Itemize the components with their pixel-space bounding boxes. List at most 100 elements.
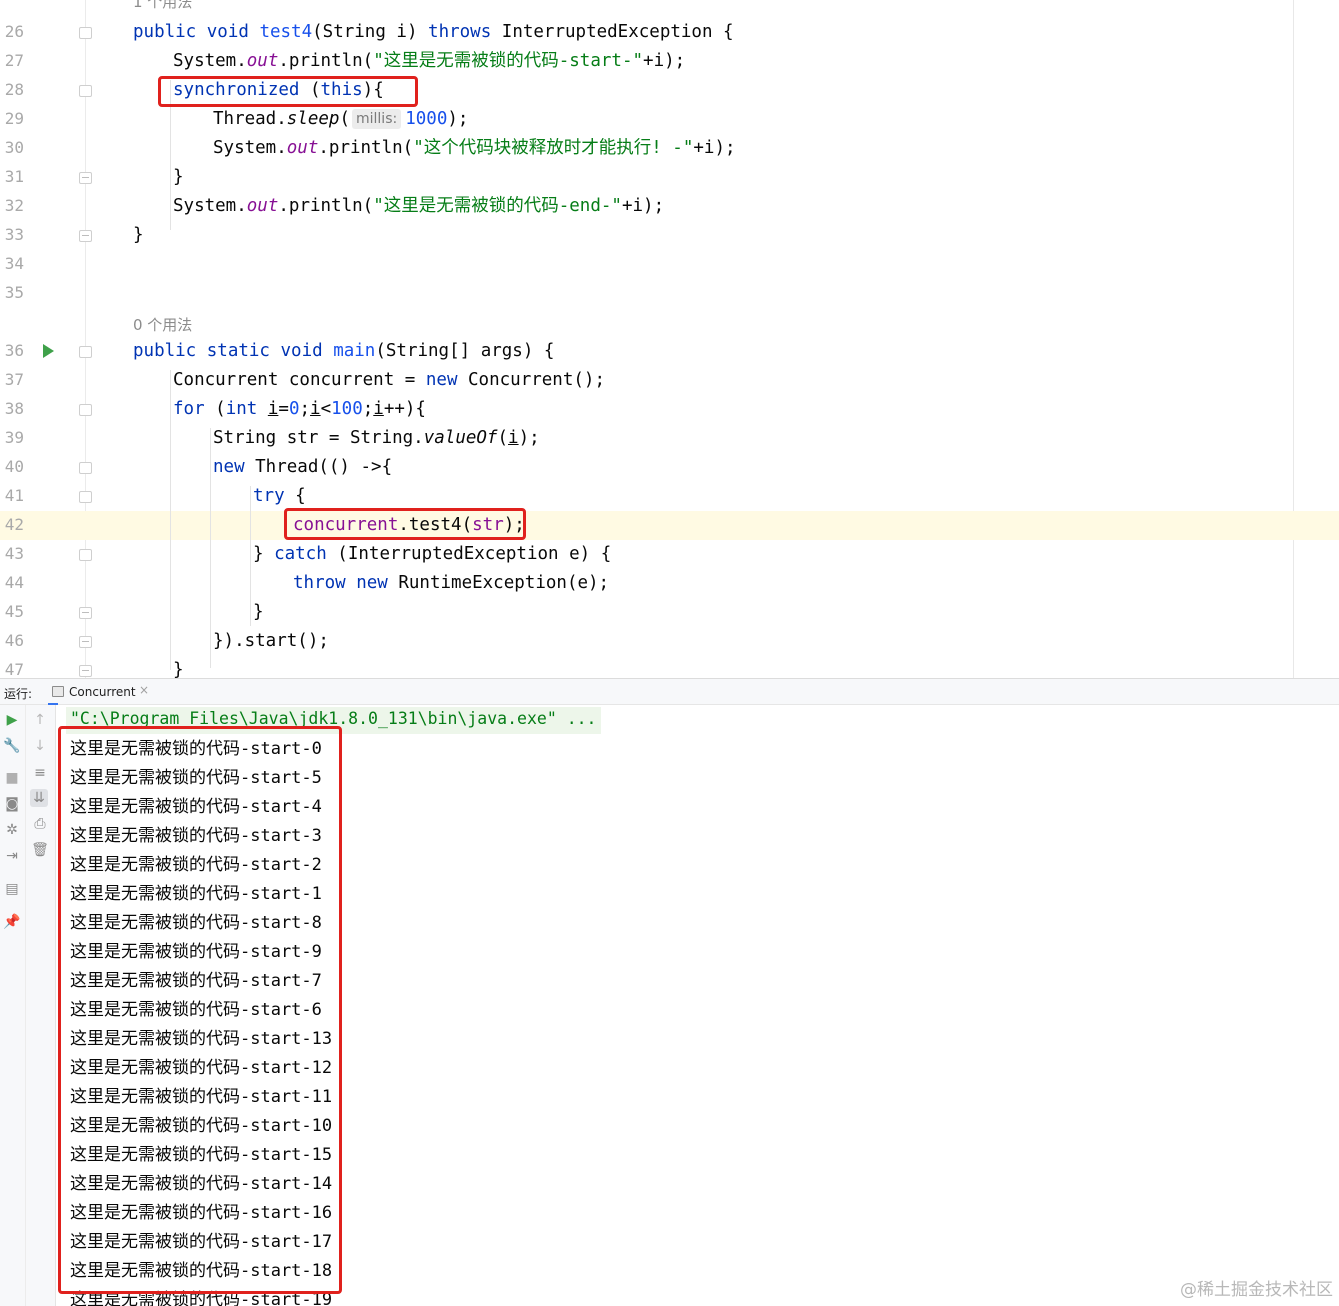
code-token: i: [310, 399, 321, 419]
layout-icon[interactable]: ▤: [3, 880, 21, 898]
code-token: +i);: [621, 196, 665, 216]
code-token: public void: [133, 22, 260, 42]
debug-icon[interactable]: ✲: [3, 821, 21, 839]
code-line-27[interactable]: 27 System.out.println("这里是无需被锁的代码-start-…: [0, 47, 1339, 76]
line-number: 34: [4, 254, 24, 273]
fold-marker-icon[interactable]: [79, 607, 92, 619]
print-icon[interactable]: ⎙: [31, 815, 49, 833]
fold-marker-icon[interactable]: [79, 462, 92, 474]
code-token: ;: [299, 399, 311, 419]
usage-hint[interactable]: 0 个用法: [133, 314, 192, 335]
line-number: 29: [4, 109, 24, 128]
code-token: System.: [173, 51, 247, 71]
usage-hint[interactable]: 1 个用法: [133, 0, 192, 12]
code-token: valueOf: [423, 428, 498, 448]
code-line-47[interactable]: 47 }: [0, 656, 1339, 678]
code-token: sleep: [286, 109, 340, 129]
code-token: Thread(() ->{: [244, 457, 393, 477]
code-line-39[interactable]: 39 String str = String.valueOf(i);: [0, 424, 1339, 453]
fold-marker-icon[interactable]: [79, 27, 92, 39]
code-token: }: [173, 167, 184, 187]
code-line-45[interactable]: 45 }: [0, 598, 1339, 627]
up-arrow-icon[interactable]: ↑: [31, 711, 49, 729]
annotation-box-method-call: [284, 508, 526, 540]
code-line-35[interactable]: 35: [0, 279, 1339, 308]
fold-marker-icon[interactable]: [79, 230, 92, 242]
code-line-42[interactable]: 42 concurrent.test4(str);: [0, 511, 1339, 540]
line-number: 33: [4, 225, 24, 244]
run-tab-concurrent[interactable]: Concurrent ×: [48, 679, 149, 705]
close-icon[interactable]: ×: [139, 683, 149, 697]
down-arrow-icon[interactable]: ↓: [31, 737, 49, 755]
fold-marker-icon[interactable]: [79, 636, 92, 648]
code-line-37[interactable]: 37 Concurrent concurrent = new Concurren…: [0, 366, 1339, 395]
line-number: 37: [4, 370, 24, 389]
code-line-36[interactable]: 36 public static void main(String[] args…: [0, 337, 1339, 366]
code-token: Concurrent();: [457, 370, 605, 390]
parameter-hint: millis:: [352, 109, 402, 129]
rerun-icon[interactable]: ▶: [3, 711, 21, 729]
code-token: 1000: [405, 109, 448, 129]
code-token: .println(: [318, 138, 414, 158]
code-line-41[interactable]: 41 try {: [0, 482, 1339, 511]
line-number: 43: [4, 544, 24, 563]
line-number: 38: [4, 399, 24, 418]
code-token: try: [253, 486, 285, 506]
code-token: (: [204, 399, 226, 419]
code-token: }: [173, 660, 184, 678]
line-number: 32: [4, 196, 24, 215]
wrench-icon[interactable]: 🔧: [3, 737, 21, 755]
code-token: i: [267, 399, 279, 419]
code-line-26[interactable]: 26 public void test4(String i) throws In…: [0, 18, 1339, 47]
code-line-29[interactable]: 29 Thread.sleep(millis: 1000);: [0, 105, 1339, 134]
run-gutter-icon[interactable]: [43, 344, 54, 358]
fold-marker-icon[interactable]: [79, 346, 92, 358]
code-token: +i);: [643, 51, 686, 71]
code-token: System.: [213, 138, 287, 158]
code-token: (String[] args) {: [375, 341, 555, 361]
code-line-34[interactable]: 34: [0, 250, 1339, 279]
code-token: (InterruptedException e) {: [326, 544, 612, 564]
code-token: .println(: [278, 51, 374, 71]
line-number: 35: [4, 283, 24, 302]
camera-icon[interactable]: ◙: [3, 795, 21, 813]
code-token: throw new: [293, 573, 388, 593]
code-line-31[interactable]: 31 }: [0, 163, 1339, 192]
code-line-44[interactable]: 44 throw new RuntimeException(e);: [0, 569, 1339, 598]
code-editor[interactable]: 1 个用法 26 public void test4(String i) thr…: [0, 0, 1339, 678]
line-number: 30: [4, 138, 24, 157]
code-token: i: [508, 428, 519, 448]
stop-icon[interactable]: ■: [3, 769, 21, 787]
code-line-46[interactable]: 46 }).start();: [0, 627, 1339, 656]
trash-icon[interactable]: 🗑: [31, 841, 49, 859]
code-token: public static void: [133, 341, 334, 361]
code-token: int: [225, 399, 258, 419]
line-number: 45: [4, 602, 24, 621]
code-line-43[interactable]: 43 } catch (InterruptedException e) {: [0, 540, 1339, 569]
exit-icon[interactable]: ⇥: [3, 847, 21, 865]
fold-marker-icon[interactable]: [79, 172, 92, 184]
code-line-30[interactable]: 30 System.out.println("这个代码块被释放时才能执行! -"…: [0, 134, 1339, 163]
code-token: 100: [331, 399, 363, 419]
code-line-40[interactable]: 40 new Thread(() ->{: [0, 453, 1339, 482]
line-number: 27: [4, 51, 24, 70]
line-number: 42: [4, 515, 24, 534]
fold-marker-icon[interactable]: [79, 85, 92, 97]
code-line-32[interactable]: 32 System.out.println("这里是无需被锁的代码-end-"+…: [0, 192, 1339, 221]
line-number: 46: [4, 631, 24, 650]
fold-marker-icon[interactable]: [79, 491, 92, 503]
code-line-38[interactable]: 38 for (int i=0;i<100;i++){: [0, 395, 1339, 424]
fold-marker-icon[interactable]: [79, 404, 92, 416]
code-token: );: [518, 428, 540, 448]
code-line-33[interactable]: 33 }: [0, 221, 1339, 250]
scroll-to-end-icon[interactable]: ⇊: [30, 789, 48, 807]
line-number: 28: [4, 80, 24, 99]
pin-icon[interactable]: 📌: [3, 913, 21, 931]
code-token: Concurrent concurrent =: [173, 370, 426, 390]
line-number: 36: [4, 341, 24, 360]
code-token: main: [333, 341, 376, 361]
code-token: "这个代码块被释放时才能执行! -": [413, 138, 694, 158]
fold-marker-icon[interactable]: [79, 665, 92, 677]
fold-marker-icon[interactable]: [79, 549, 92, 561]
soft-wrap-icon[interactable]: ≡: [31, 764, 49, 782]
